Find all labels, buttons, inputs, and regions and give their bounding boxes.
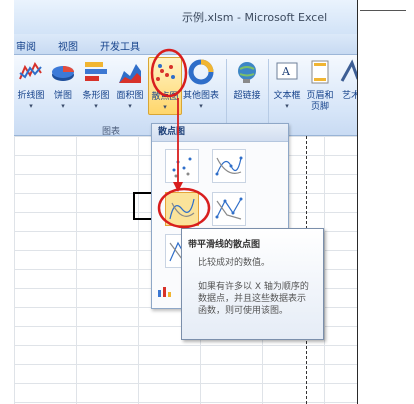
tooltip-summary: 比较成对的数值。	[198, 258, 271, 268]
hyperlink-button[interactable]: 超链接	[230, 57, 264, 115]
scatter-markers-icon	[172, 157, 192, 178]
group-separator	[268, 59, 269, 129]
chevron-down-icon: ▾	[285, 102, 289, 110]
tab-developer[interactable]: 开发工具	[100, 38, 140, 53]
wordart-button[interactable]: 艺术	[338, 57, 358, 115]
chevron-down-icon: ▾	[128, 102, 132, 110]
window-right-edge	[357, 0, 358, 404]
group-separator	[226, 59, 227, 129]
header-footer-label: 页眉和	[306, 91, 334, 101]
header-footer-button[interactable]: 页眉和 页脚	[304, 57, 336, 115]
scatter-chart-button[interactable]: 散点图 ▾	[148, 57, 182, 115]
textbox-button[interactable]: A 文本框 ▾	[272, 57, 302, 115]
pie-chart-button[interactable]: 饼图 ▾	[48, 57, 78, 115]
chevron-down-icon: ▾	[61, 102, 65, 110]
tooltip-detail-2: 数据点，并且这些数据表示	[198, 294, 307, 304]
chevron-down-icon: ▾	[199, 102, 203, 110]
area-chart-label: 面积图	[116, 91, 144, 101]
scatter-markers-only-option[interactable]	[165, 149, 199, 183]
pie-chart-icon	[52, 66, 74, 81]
chevron-down-icon: ▾	[29, 102, 33, 110]
tooltip-detail-3: 函数，则可使用该图。	[198, 306, 289, 316]
gallery-title: 散点图	[152, 124, 288, 142]
header-footer-icon	[311, 60, 329, 84]
pie-chart-label: 饼图	[53, 91, 72, 101]
window-title: 示例.xlsm - Microsoft Excel	[182, 11, 328, 24]
wordart-icon	[340, 59, 358, 82]
other-chart-icon	[188, 59, 214, 85]
tab-view[interactable]: 视图	[58, 38, 78, 53]
scatter-straight-lines-markers-option[interactable]	[212, 192, 246, 226]
wordart-label: 艺术	[341, 91, 358, 101]
scatter-smooth-icon	[169, 198, 195, 220]
bar-chart-icon	[85, 62, 107, 81]
tooltip-detail-1: 如果有许多以 X 轴为顺序的	[198, 282, 309, 292]
scatter-chart-label: 散点图	[151, 92, 179, 102]
line-chart-button[interactable]: 折线图 ▾	[16, 57, 46, 115]
chart-type-tooltip: 带平滑线的散点图 比较成对的数值。 如果有许多以 X 轴为顺序的 数据点，并且这…	[181, 228, 324, 340]
excel-window: 示例.xlsm - Microsoft Excel 审阅 视图 开发工具 折线图…	[14, 0, 358, 404]
chevron-down-icon: ▾	[163, 103, 167, 111]
area-chart-icon	[119, 64, 141, 83]
title-bar-edge	[360, 10, 406, 11]
scatter-smooth-lines-option[interactable]	[165, 192, 199, 226]
title-bar: 示例.xlsm - Microsoft Excel	[14, 0, 358, 34]
hyperlink-icon	[238, 62, 256, 83]
other-chart-label: 其他图表	[182, 91, 219, 101]
chevron-down-icon: ▾	[94, 102, 98, 110]
tab-review[interactable]: 审阅	[16, 38, 36, 53]
all-chart-types-icon[interactable]	[157, 284, 173, 298]
area-chart-button[interactable]: 面积图 ▾	[114, 57, 146, 115]
scatter-smooth-lines-markers-option[interactable]	[212, 149, 246, 183]
tooltip-title: 带平滑线的散点图	[188, 240, 261, 250]
other-chart-button[interactable]: 其他图表 ▾	[182, 57, 220, 115]
textbox-icon: A	[276, 62, 298, 80]
bar-chart-button[interactable]: 条形图 ▾	[80, 57, 112, 115]
scatter-chart-icon	[156, 64, 175, 81]
scatter-smooth-markers-icon	[215, 156, 243, 176]
hyperlink-label: 超链接	[233, 91, 261, 101]
ribbon-tabs: 审阅 视图 开发工具	[14, 34, 358, 55]
line-chart-icon	[19, 61, 42, 80]
header-footer-label-2: 页脚	[310, 102, 329, 112]
scatter-straight-markers-icon	[215, 197, 243, 220]
svg-text:A: A	[281, 65, 291, 78]
line-chart-label: 折线图	[17, 91, 45, 101]
bar-chart-label: 条形图	[82, 91, 110, 101]
textbox-label: 文本框	[273, 91, 301, 101]
